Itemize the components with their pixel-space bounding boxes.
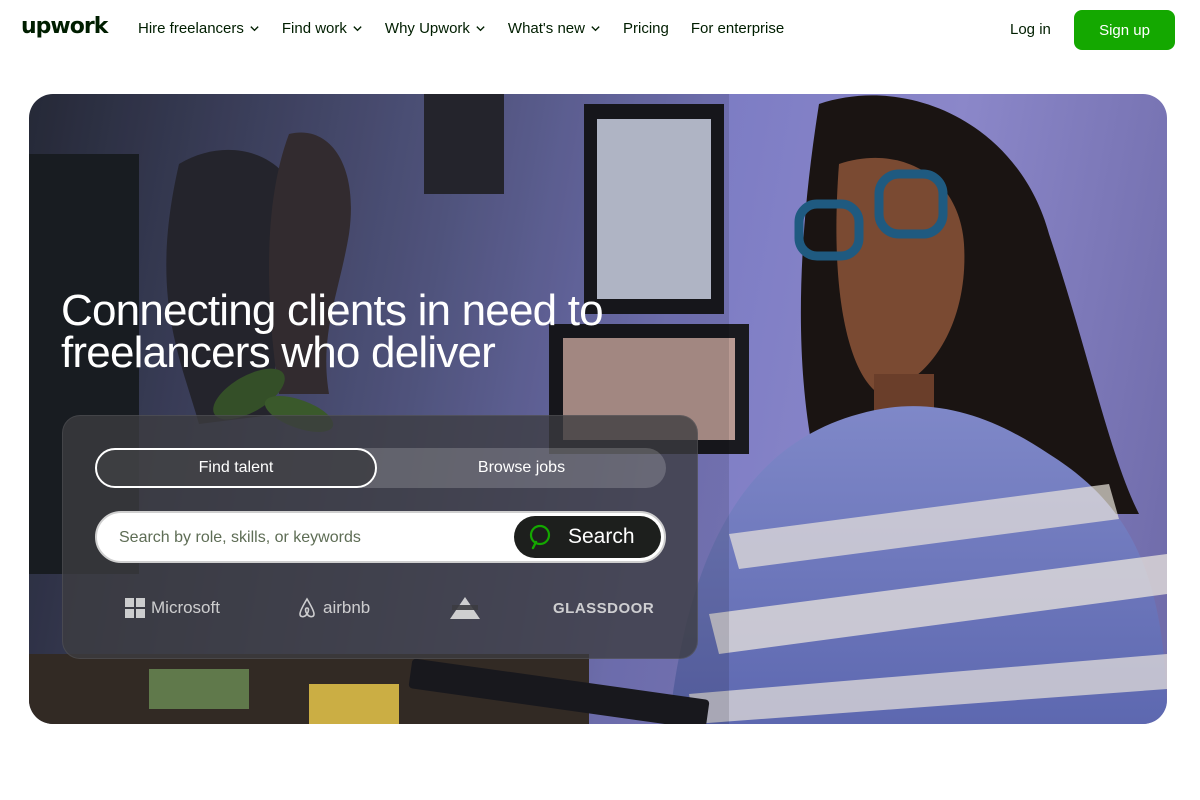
nav-why-upwork[interactable]: Why Upwork bbox=[385, 20, 486, 37]
nav-label: Hire freelancers bbox=[138, 20, 244, 37]
search-input[interactable] bbox=[119, 525, 499, 551]
nav-hire-freelancers[interactable]: Hire freelancers bbox=[138, 20, 260, 37]
brand-name: GLASSDOOR bbox=[553, 599, 655, 617]
tab-find-talent[interactable]: Find talent bbox=[95, 448, 377, 488]
search-button[interactable]: Search bbox=[514, 516, 661, 558]
search-panel: Find talent Browse jobs Search Microsoft bbox=[62, 415, 698, 659]
nav-label: For enterprise bbox=[690, 20, 785, 37]
top-header: upwork Hire freelancers Find work Why Up… bbox=[0, 0, 1200, 62]
tab-browse-jobs[interactable]: Browse jobs bbox=[377, 448, 666, 488]
nav-label: Find work bbox=[281, 20, 347, 37]
signup-button[interactable]: Sign up bbox=[1074, 10, 1175, 50]
airbnb-icon bbox=[299, 597, 315, 618]
upwork-logo[interactable]: upwork bbox=[21, 14, 108, 39]
chevron-down-icon bbox=[591, 26, 600, 32]
nav-label: Pricing bbox=[622, 20, 669, 37]
chevron-down-icon bbox=[250, 26, 259, 32]
trusted-by-logos: Microsoft airbnb GLASSDOOR bbox=[125, 593, 654, 623]
bissell-logo bbox=[448, 593, 482, 623]
main-nav: Hire freelancers Find work Why Upwork Wh… bbox=[138, 20, 806, 37]
search-bar: Search bbox=[95, 511, 666, 563]
microsoft-grid-icon bbox=[125, 598, 145, 618]
chevron-down-icon bbox=[476, 26, 485, 32]
nav-for-enterprise[interactable]: For enterprise bbox=[691, 20, 784, 37]
chevron-down-icon bbox=[353, 26, 362, 32]
nav-label: What's new bbox=[507, 20, 585, 37]
airbnb-logo: airbnb bbox=[295, 593, 370, 623]
search-mode-tabs: Find talent Browse jobs bbox=[95, 448, 666, 488]
brand-name: Microsoft bbox=[151, 598, 220, 617]
nav-whats-new[interactable]: What's new bbox=[508, 20, 601, 37]
search-icon bbox=[529, 524, 551, 550]
bissell-icon bbox=[450, 597, 480, 619]
nav-pricing[interactable]: Pricing bbox=[623, 20, 669, 37]
nav-label: Why Upwork bbox=[384, 20, 470, 37]
hero-section: Connecting clients in need to freelancer… bbox=[29, 94, 1167, 724]
nav-find-work[interactable]: Find work bbox=[282, 20, 363, 37]
search-button-label: Search bbox=[568, 525, 635, 548]
hero-title-line-2: freelancers who deliver bbox=[61, 328, 496, 377]
microsoft-logo: Microsoft bbox=[125, 593, 220, 623]
brand-name: airbnb bbox=[323, 598, 371, 617]
hero-title: Connecting clients in need to freelancer… bbox=[61, 289, 621, 377]
glassdoor-logo: GLASSDOOR bbox=[553, 593, 654, 623]
login-link[interactable]: Log in bbox=[1010, 21, 1051, 38]
